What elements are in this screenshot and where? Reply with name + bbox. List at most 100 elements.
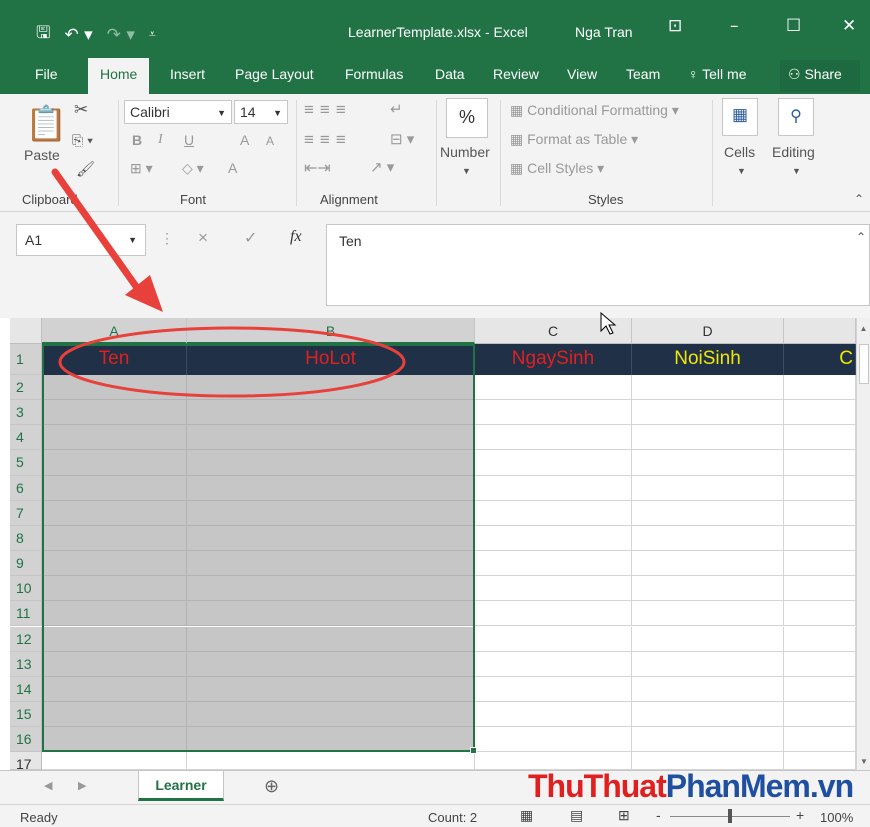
grid-cell[interactable] bbox=[632, 425, 784, 451]
maximize-icon[interactable]: ☐ bbox=[786, 16, 801, 36]
grid-cell[interactable] bbox=[784, 701, 856, 728]
zoom-in-button[interactable]: + bbox=[796, 807, 804, 823]
column-header-d[interactable]: D bbox=[632, 318, 784, 344]
tab-review[interactable]: Review bbox=[493, 66, 539, 82]
grid-cell[interactable] bbox=[475, 601, 632, 627]
vertical-align-icons[interactable]: ≡≡≡ bbox=[304, 100, 352, 120]
row-header[interactable]: 3 bbox=[10, 400, 42, 426]
grid-cell[interactable] bbox=[42, 727, 187, 753]
paste-icon[interactable]: 📋 bbox=[25, 104, 67, 144]
collapse-formula-icon[interactable]: ⌃ bbox=[856, 230, 866, 244]
grid-cell[interactable] bbox=[632, 500, 784, 526]
save-icon[interactable]: 🖫 bbox=[36, 20, 50, 49]
minimize-icon[interactable]: – bbox=[730, 16, 739, 36]
grid-cell[interactable] bbox=[42, 701, 187, 728]
grid-cell[interactable] bbox=[187, 752, 475, 770]
name-box[interactable]: A1 ▼ bbox=[16, 224, 146, 256]
grid-cell[interactable] bbox=[42, 752, 187, 770]
cut-icon[interactable]: ✂ bbox=[74, 100, 88, 120]
row-header[interactable]: 2 bbox=[10, 375, 42, 401]
ribbon-display-icon[interactable]: ⊡ bbox=[668, 16, 682, 36]
grid-cell[interactable] bbox=[187, 500, 475, 526]
column-header-e[interactable] bbox=[784, 318, 856, 344]
grid-cell[interactable] bbox=[632, 676, 784, 702]
bold-button[interactable]: B bbox=[132, 132, 142, 148]
share-button[interactable]: ⚇ Share bbox=[780, 60, 860, 92]
cells-icon[interactable]: ▦ bbox=[722, 98, 758, 136]
grid-cell[interactable] bbox=[784, 576, 856, 602]
scroll-thumb[interactable] bbox=[859, 344, 869, 384]
format-painter-icon[interactable]: 🖌 bbox=[76, 160, 95, 178]
grid-cell[interactable] bbox=[187, 475, 475, 501]
grid-cell[interactable] bbox=[187, 450, 475, 476]
cell-b1[interactable]: HoLot bbox=[187, 344, 475, 375]
column-header-b[interactable]: B bbox=[187, 318, 475, 344]
insert-function-button[interactable]: fx bbox=[290, 228, 302, 246]
grid-cell[interactable] bbox=[475, 551, 632, 577]
grid-cell[interactable] bbox=[784, 500, 856, 526]
tab-formulas[interactable]: Formulas bbox=[345, 66, 403, 82]
next-sheet-icon[interactable]: ▶ bbox=[78, 779, 86, 792]
grid-cell[interactable] bbox=[632, 601, 784, 627]
format-as-table-button[interactable]: ▦ Format as Table ▾ bbox=[510, 131, 638, 148]
grid-cell[interactable] bbox=[187, 601, 475, 627]
page-break-view-icon[interactable]: ⊞ bbox=[618, 807, 630, 824]
grid-cell[interactable] bbox=[475, 525, 632, 552]
cells-button[interactable]: Cells bbox=[724, 144, 755, 160]
fill-handle[interactable] bbox=[470, 747, 477, 754]
sheet-tab-learner[interactable]: Learner bbox=[138, 771, 224, 801]
grid-cell[interactable] bbox=[42, 375, 187, 401]
formula-input[interactable]: Ten bbox=[326, 224, 870, 306]
grid-cell[interactable] bbox=[187, 651, 475, 677]
grid-cell[interactable] bbox=[42, 551, 187, 577]
zoom-out-button[interactable]: - bbox=[656, 807, 661, 823]
grid-cell[interactable] bbox=[784, 626, 856, 652]
grid-cell[interactable] bbox=[632, 450, 784, 476]
font-color-button[interactable]: A bbox=[228, 160, 237, 176]
conditional-formatting-button[interactable]: ▦ Conditional Formatting ▾ bbox=[510, 102, 679, 119]
row-header[interactable]: 12 bbox=[10, 626, 42, 652]
grid-cell[interactable] bbox=[632, 525, 784, 552]
horizontal-align-icons[interactable]: ≡≡≡ bbox=[304, 130, 352, 150]
grid-cell[interactable] bbox=[632, 475, 784, 501]
find-icon[interactable]: ⚲ bbox=[778, 98, 814, 136]
copy-icon[interactable]: ⎘ ▾ bbox=[72, 132, 93, 149]
orientation-icon[interactable]: ↗ ▾ bbox=[370, 158, 394, 176]
grid-cell[interactable] bbox=[42, 651, 187, 677]
cancel-button[interactable]: × bbox=[198, 228, 208, 248]
tab-home[interactable]: Home bbox=[88, 58, 150, 94]
add-sheet-icon[interactable]: ⊕ bbox=[264, 776, 279, 797]
tab-team[interactable]: Team bbox=[626, 66, 660, 82]
grid-cell[interactable] bbox=[632, 375, 784, 401]
row-header[interactable]: 17 bbox=[10, 752, 42, 772]
row-header[interactable]: 13 bbox=[10, 651, 42, 677]
grid-cell[interactable] bbox=[187, 576, 475, 602]
grid-cell[interactable] bbox=[632, 651, 784, 677]
vertical-scrollbar[interactable]: ▲ ▼ bbox=[856, 318, 870, 770]
normal-view-icon[interactable]: ▦ bbox=[520, 807, 533, 824]
zoom-slider-thumb[interactable] bbox=[728, 809, 732, 823]
grid-cell[interactable] bbox=[784, 450, 856, 476]
fill-color-icon[interactable]: ◇ ▾ bbox=[182, 160, 204, 177]
redo-icon[interactable]: ↷ ▾ bbox=[107, 25, 135, 45]
grid-cell[interactable] bbox=[187, 525, 475, 552]
grid-cell[interactable] bbox=[475, 626, 632, 652]
grid-cell[interactable] bbox=[475, 500, 632, 526]
scroll-down-icon[interactable]: ▼ bbox=[857, 757, 870, 766]
underline-button[interactable]: U bbox=[184, 132, 194, 148]
merge-center-icon[interactable]: ⊟ ▾ bbox=[390, 130, 414, 148]
grid-cell[interactable] bbox=[632, 551, 784, 577]
page-layout-view-icon[interactable]: ▤ bbox=[570, 807, 583, 824]
row-header[interactable]: 10 bbox=[10, 576, 42, 602]
grid-cell[interactable] bbox=[475, 450, 632, 476]
percent-style-button[interactable]: % bbox=[446, 98, 488, 138]
grid-cell[interactable] bbox=[632, 727, 784, 753]
grid-cell[interactable] bbox=[475, 651, 632, 677]
tab-page-layout[interactable]: Page Layout bbox=[235, 66, 314, 82]
paste-button[interactable]: Paste bbox=[24, 147, 60, 163]
row-header[interactable]: 15 bbox=[10, 701, 42, 728]
editing-button[interactable]: Editing bbox=[772, 144, 815, 160]
tell-me-box[interactable]: ♀ Tell me bbox=[688, 66, 747, 82]
font-size-dropdown[interactable]: 14 ▼ bbox=[234, 100, 288, 124]
grid-cell[interactable] bbox=[784, 475, 856, 501]
